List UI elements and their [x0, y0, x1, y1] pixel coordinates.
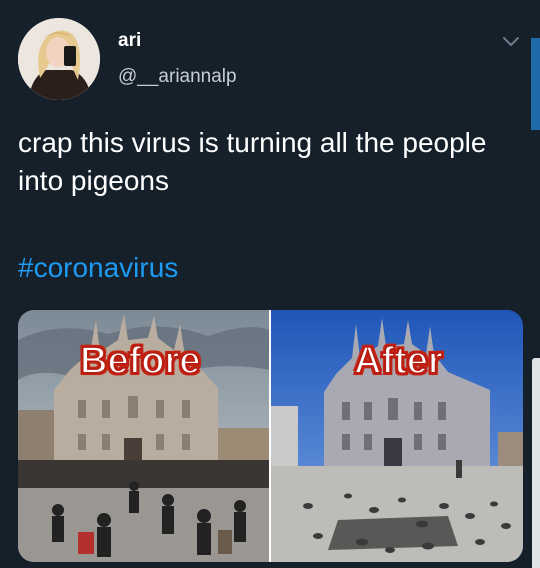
- after-label: After: [353, 339, 444, 383]
- tweet: ari @__ariannalp crap this virus is turn…: [0, 0, 540, 568]
- user-handle[interactable]: @__ariannalp: [118, 66, 237, 88]
- display-name[interactable]: ari: [118, 30, 141, 52]
- before-label: Before: [79, 339, 201, 383]
- tweet-media[interactable]: Before After: [18, 310, 523, 562]
- scrollbar[interactable]: [532, 358, 540, 568]
- hashtag-link[interactable]: #coronavirus: [18, 252, 178, 284]
- side-accent-bar: [531, 38, 540, 130]
- chevron-down-icon[interactable]: [500, 30, 522, 52]
- avatar-image: [18, 18, 100, 100]
- avatar[interactable]: [18, 18, 100, 100]
- tweet-text: crap this virus is turning all the peopl…: [18, 127, 487, 196]
